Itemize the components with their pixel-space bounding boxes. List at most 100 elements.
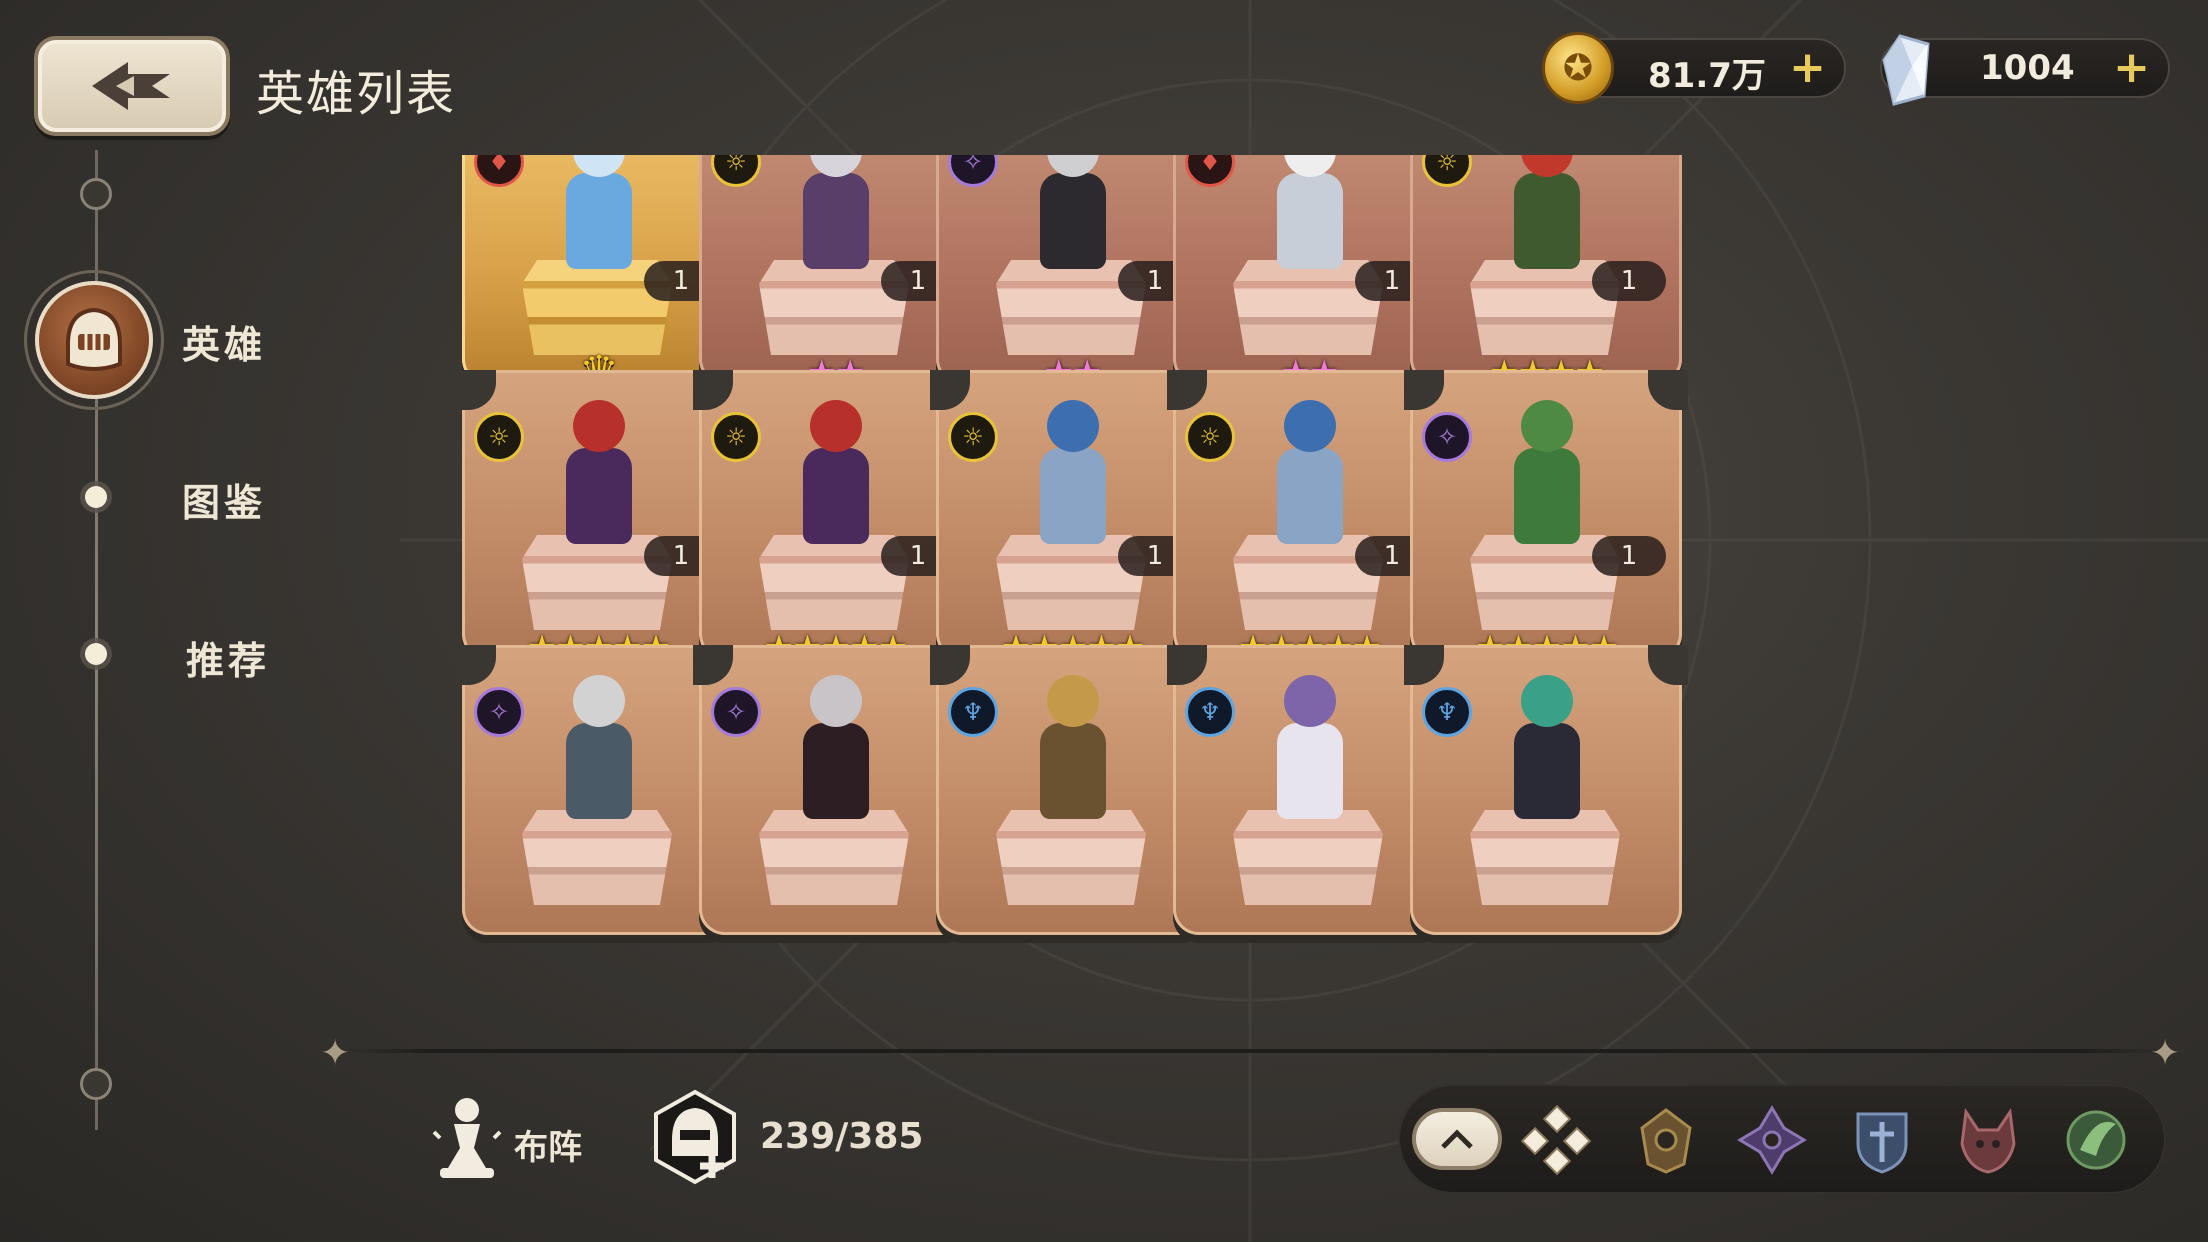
hero-level-badge: 1 xyxy=(1592,536,1666,576)
hero-card[interactable]: ☼1★★★★★ xyxy=(456,370,740,668)
chess-pawn-formation-icon[interactable] xyxy=(424,1092,510,1182)
gold-add-button[interactable]: + xyxy=(1789,46,1826,90)
hero-portrait xyxy=(1488,400,1604,550)
hero-portrait xyxy=(1488,675,1604,825)
back-button[interactable] xyxy=(34,36,230,136)
hero-portrait xyxy=(540,675,656,825)
hero-head xyxy=(1284,675,1336,727)
hero-card[interactable]: ☼1★★★★★ xyxy=(1167,370,1451,668)
gem-amount: 1004 xyxy=(1980,48,2075,88)
hero-card[interactable]: ✧1★★ xyxy=(936,155,1208,393)
hero-body xyxy=(1040,173,1106,269)
purple-faction-icon: ✧ xyxy=(948,155,998,187)
hero-card[interactable]: ♆ xyxy=(1167,645,1451,935)
yellow-faction-icon: ☼ xyxy=(711,155,761,187)
card-corner xyxy=(1648,370,1688,410)
hero-head xyxy=(810,400,862,452)
purple-faction-icon: ✧ xyxy=(1422,412,1472,462)
hero-card[interactable]: ♆ xyxy=(930,645,1214,935)
hero-portrait xyxy=(540,400,656,550)
sidebar-bottom-node xyxy=(80,1068,112,1100)
gem-currency-bar: 1004 + xyxy=(1880,34,2170,106)
page-title: 英雄列表 xyxy=(256,66,457,122)
hero-portrait xyxy=(777,675,893,825)
hero-level-badge: 1 xyxy=(1592,261,1666,301)
blue-faction-icon: ♆ xyxy=(948,687,998,737)
back-arrow-icon xyxy=(92,62,170,110)
card-corner xyxy=(693,370,733,410)
hero-portrait xyxy=(1251,400,1367,550)
yellow-faction-icon: ☼ xyxy=(711,412,761,462)
hero-body xyxy=(1514,723,1580,819)
sidebar-node-codex xyxy=(85,486,107,508)
hero-card[interactable]: ♦1♛ xyxy=(462,155,734,395)
hero-head xyxy=(1521,675,1573,727)
purple-faction-icon: ✧ xyxy=(711,687,761,737)
hero-body xyxy=(1040,723,1106,819)
gold-currency-bar: ✪ 81.7万 + xyxy=(1542,32,1846,104)
hero-head xyxy=(1521,400,1573,452)
hero-body xyxy=(1277,173,1343,269)
wild-faction-icon[interactable] xyxy=(2058,1102,2134,1178)
hero-card[interactable]: ✧ xyxy=(456,645,740,935)
hero-head xyxy=(810,675,862,727)
grid-divider xyxy=(340,1049,2170,1053)
sidebar-item-recommend[interactable]: 推荐 xyxy=(186,630,270,685)
knight-helmet-plus-icon xyxy=(654,1089,736,1185)
expand-filter-button[interactable] xyxy=(1412,1108,1502,1170)
hero-portrait xyxy=(1014,400,1130,550)
yellow-faction-icon: ☼ xyxy=(948,412,998,462)
hero-portrait xyxy=(1488,155,1604,275)
hero-card[interactable]: ✧1★★★★★ xyxy=(1404,370,1688,668)
sidebar-item-heroes-label[interactable]: 英雄 xyxy=(182,314,266,369)
hero-portrait xyxy=(540,155,656,275)
helmet-icon xyxy=(35,281,153,399)
hero-card[interactable]: ✧ xyxy=(693,645,977,935)
card-corner xyxy=(1167,370,1207,410)
sidebar-item-heroes[interactable] xyxy=(24,270,164,410)
card-corner xyxy=(1167,645,1207,685)
hero-card[interactable]: ♦1★★ xyxy=(1173,155,1445,393)
hero-portrait xyxy=(777,400,893,550)
faction-filter-bar xyxy=(1398,1084,2166,1194)
card-corner xyxy=(456,645,496,685)
gold-coin-icon: ✪ xyxy=(1542,32,1614,104)
card-corner xyxy=(456,370,496,410)
chevron-up-icon xyxy=(1441,1129,1473,1149)
red-faction-icon: ♦ xyxy=(474,155,524,187)
nature-faction-icon[interactable] xyxy=(1628,1102,1704,1178)
hero-body xyxy=(1277,448,1343,544)
hero-body xyxy=(1277,723,1343,819)
yellow-faction-icon: ☼ xyxy=(1185,412,1235,462)
hero-body xyxy=(1040,448,1106,544)
hero-portrait xyxy=(1014,675,1130,825)
hero-body xyxy=(803,448,869,544)
sidebar-node-recommend xyxy=(85,643,107,665)
hero-portrait xyxy=(1251,155,1367,275)
gem-add-button[interactable]: + xyxy=(2113,46,2150,90)
hero-body xyxy=(566,448,632,544)
hero-card[interactable]: ♆ xyxy=(1404,645,1688,935)
order-faction-icon[interactable] xyxy=(1844,1102,1920,1178)
arcane-faction-icon[interactable] xyxy=(1734,1102,1810,1178)
hero-card[interactable]: ☼1★★ xyxy=(699,155,971,393)
hero-portrait xyxy=(1251,675,1367,825)
beast-faction-icon[interactable] xyxy=(1950,1102,2026,1178)
yellow-faction-icon: ☼ xyxy=(1422,155,1472,187)
hero-card[interactable]: ☼1★★★★★ xyxy=(693,370,977,668)
hero-body xyxy=(1514,448,1580,544)
sidebar-top-node xyxy=(80,178,112,210)
blue-faction-icon: ♆ xyxy=(1422,687,1472,737)
hero-card[interactable]: ☼1★★★★★ xyxy=(930,370,1214,668)
hero-head xyxy=(573,675,625,727)
hero-body xyxy=(566,173,632,269)
hero-body xyxy=(803,723,869,819)
formation-label[interactable]: 布阵 xyxy=(514,1120,582,1169)
hero-grid: ♦1♛☼1★★✧1★★♦1★★☼1★★★★☼1★★★★★☼1★★★★★☼1★★★… xyxy=(440,155,2140,1050)
hero-body xyxy=(803,173,869,269)
sidebar-item-codex[interactable]: 图鉴 xyxy=(182,472,266,527)
all-factions-icon[interactable] xyxy=(1518,1102,1594,1178)
red-faction-icon: ♦ xyxy=(1185,155,1235,187)
hero-card[interactable]: ☼1★★★★ xyxy=(1410,155,1682,393)
card-corner xyxy=(930,645,970,685)
